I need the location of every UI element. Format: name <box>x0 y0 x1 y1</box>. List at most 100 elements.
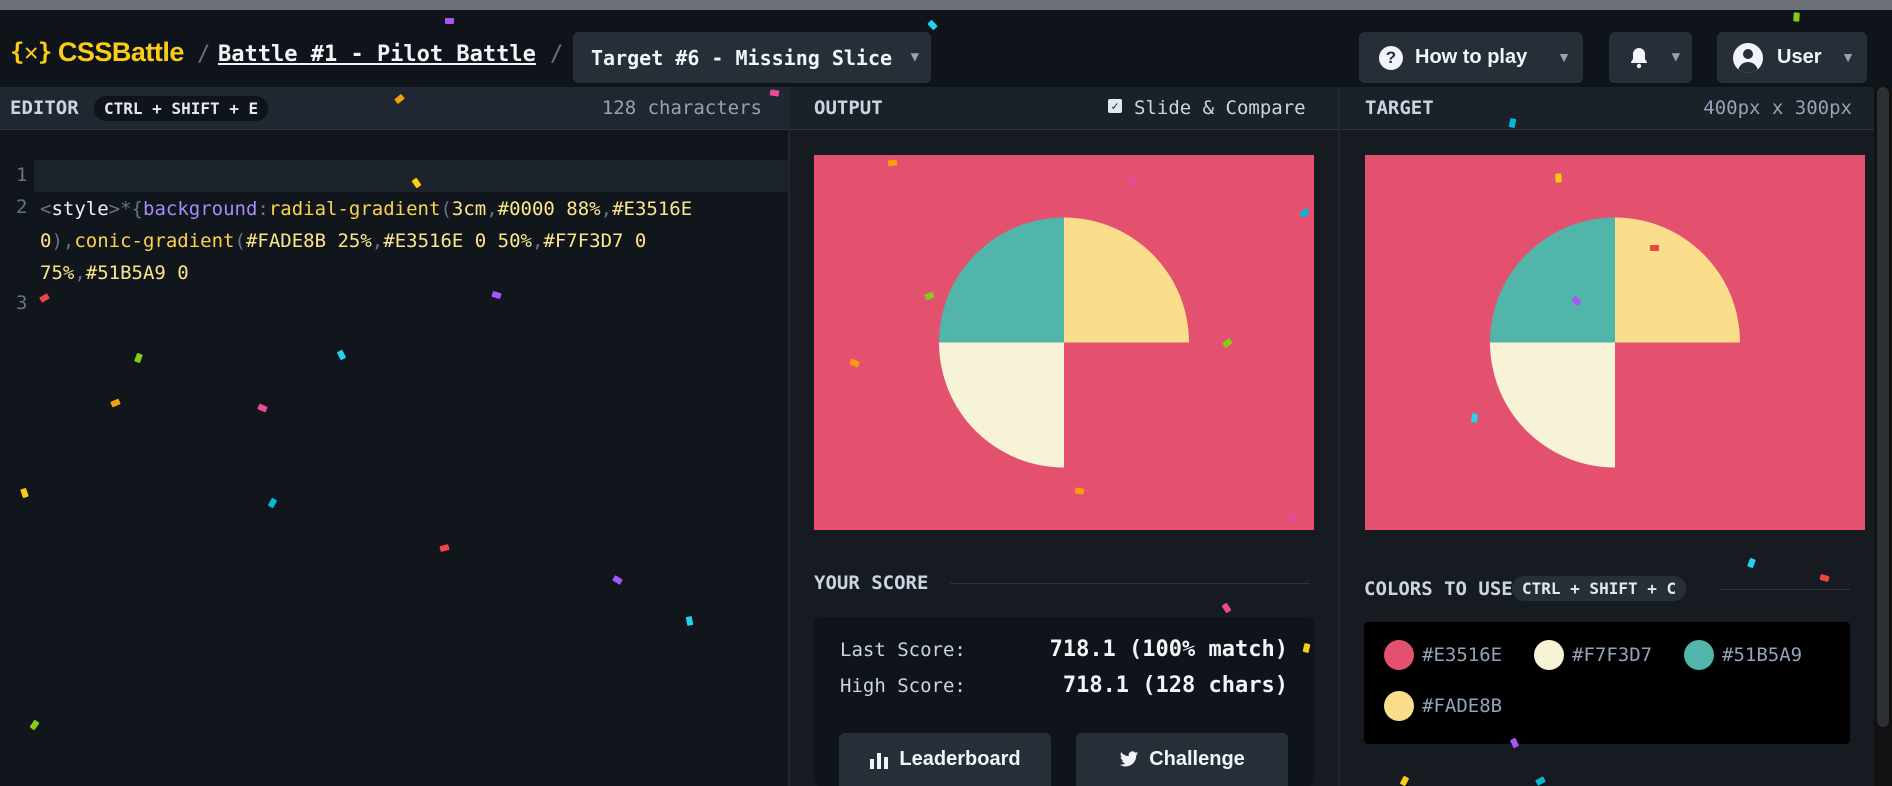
code-token: style <box>51 198 109 220</box>
output-toolbar: OUTPUT ✓ Slide & Compare <box>790 87 1338 130</box>
line-number: 3 <box>16 292 28 314</box>
code-token: #51B5A9 0 <box>85 262 189 284</box>
color-label: #F7F3D7 <box>1572 644 1653 666</box>
colors-shortcut-badge: CTRL + SHIFT + C <box>1512 576 1687 601</box>
breadcrumb-separator: / <box>197 42 211 67</box>
twitter-icon <box>1120 751 1139 767</box>
user-label: User <box>1777 46 1822 68</box>
editor-toolbar: EDITOR CTRL + SHIFT + E 128 characters <box>0 87 788 130</box>
color-dot <box>1534 640 1564 670</box>
line-number: 1 <box>16 164 28 186</box>
color-dot <box>1684 640 1714 670</box>
code-token: , <box>74 262 86 284</box>
confetti-piece <box>1649 244 1660 252</box>
confetti-piece <box>887 159 898 167</box>
challenge-label: Challenge <box>1149 748 1245 770</box>
chevron-down-icon: ▼ <box>910 49 919 65</box>
your-score-heading: YOUR SCORE <box>814 572 929 594</box>
user-dropdown[interactable]: User ▼ <box>1717 32 1867 83</box>
line-number: 2 <box>16 196 28 218</box>
user-avatar-icon <box>1733 42 1763 73</box>
color-swatch[interactable]: #E3516E <box>1384 640 1502 670</box>
confetti-piece <box>1793 12 1800 22</box>
slide-compare-checkbox[interactable]: ✓ <box>1108 99 1122 113</box>
notifications-dropdown[interactable]: ▼ <box>1609 32 1692 83</box>
cssbattle-logo[interactable]: {✕} CSSBattle <box>10 36 184 68</box>
challenge-button[interactable]: Challenge <box>1076 733 1288 786</box>
high-score-value: 718.1 (128 chars) <box>1062 673 1288 698</box>
color-dot <box>1384 640 1414 670</box>
code-token: radial-gradient <box>268 198 441 220</box>
confetti-piece <box>1074 487 1085 495</box>
slide-compare-label[interactable]: Slide & Compare <box>1134 97 1306 119</box>
color-label: #E3516E <box>1422 644 1503 666</box>
code-token: ( <box>234 230 246 252</box>
code-token: #FADE8B 25% <box>245 230 372 252</box>
score-divider <box>950 583 1310 584</box>
chevron-down-icon: ▼ <box>1841 49 1855 65</box>
code-line-2[interactable]: <style>*{background:radial-gradient(3cm,… <box>40 193 740 289</box>
target-dropdown[interactable]: Target #6 - Missing Slice ▼ <box>573 32 931 83</box>
logo-text: CSSBattle <box>57 36 185 67</box>
battle-link[interactable]: Battle #1 - Pilot Battle <box>218 42 536 67</box>
code-token: , <box>600 198 613 220</box>
confetti-piece <box>445 18 454 24</box>
target-canvas <box>1365 155 1865 530</box>
code-token: ( <box>440 198 452 220</box>
chevron-down-icon: ▼ <box>1557 49 1571 65</box>
how-to-play-label: How to play <box>1415 46 1528 68</box>
target-toolbar: TARGET 400px x 300px <box>1340 87 1874 130</box>
confetti-piece <box>1555 173 1562 183</box>
code-token: #0000 88% <box>497 198 601 220</box>
code-token: > <box>108 198 121 220</box>
color-swatch[interactable]: #F7F3D7 <box>1534 640 1652 670</box>
how-to-play-dropdown[interactable]: ? How to play ▼ <box>1359 32 1583 83</box>
target-dimensions: 400px x 300px <box>1703 97 1852 119</box>
breadcrumb-separator: / <box>550 42 564 67</box>
color-label: #51B5A9 <box>1722 644 1803 666</box>
code-token: background <box>143 198 258 220</box>
code-editor[interactable]: 1 2 3 <style>*{background:radial-gradien… <box>0 130 788 786</box>
bell-icon <box>1631 47 1647 68</box>
code-token: : <box>257 198 269 220</box>
character-count: 128 characters <box>601 97 762 119</box>
colors-to-use-heading: COLORS TO USE <box>1364 578 1513 600</box>
header: {✕} CSSBattle / Battle #1 - Pilot Battle… <box>0 10 1892 87</box>
code-token: , <box>531 230 544 252</box>
leaderboard-label: Leaderboard <box>899 748 1021 770</box>
color-swatch[interactable]: #51B5A9 <box>1684 640 1802 670</box>
code-token: 3cm <box>451 198 487 220</box>
logo-mark-icon: {✕} <box>10 38 52 66</box>
color-label: #FADE8B <box>1422 695 1503 717</box>
color-swatch[interactable]: #FADE8B <box>1384 691 1502 721</box>
output-render <box>814 155 1314 530</box>
active-line-highlight <box>34 160 788 192</box>
color-dot <box>1384 691 1414 721</box>
code-token: ), <box>51 230 75 252</box>
help-icon: ? <box>1379 45 1403 70</box>
window-top-strip <box>0 0 1892 10</box>
target-panel: COLORS TO USE CTRL + SHIFT + C #E3516E #… <box>1340 130 1874 786</box>
code-token: < <box>40 198 52 220</box>
code-token: *{ <box>120 198 143 220</box>
scrollbar-thumb[interactable] <box>1877 87 1889 727</box>
editor-shortcut-badge: CTRL + SHIFT + E <box>94 96 269 121</box>
high-score-label: High Score: <box>840 675 966 697</box>
last-score-label: Last Score: <box>840 639 966 661</box>
target-dropdown-label: Target #6 - Missing Slice <box>591 45 893 70</box>
bar-chart-icon <box>870 752 889 769</box>
page-scrollbar[interactable] <box>1874 87 1892 786</box>
confetti-piece <box>769 89 780 97</box>
code-token: conic-gradient <box>74 230 235 252</box>
output-panel: YOUR SCORE Last Score: 718.1 (100% match… <box>790 130 1338 786</box>
editor-label: EDITOR <box>10 97 79 119</box>
output-label: OUTPUT <box>814 97 883 119</box>
code-token: , <box>371 230 384 252</box>
leaderboard-button[interactable]: Leaderboard <box>839 733 1051 786</box>
target-render <box>1365 155 1865 530</box>
confetti-piece <box>1471 413 1478 423</box>
target-label: TARGET <box>1365 97 1434 119</box>
last-score-value: 718.1 (100% match) <box>1049 637 1288 662</box>
colors-divider <box>1720 589 1850 590</box>
output-canvas[interactable] <box>814 155 1314 530</box>
